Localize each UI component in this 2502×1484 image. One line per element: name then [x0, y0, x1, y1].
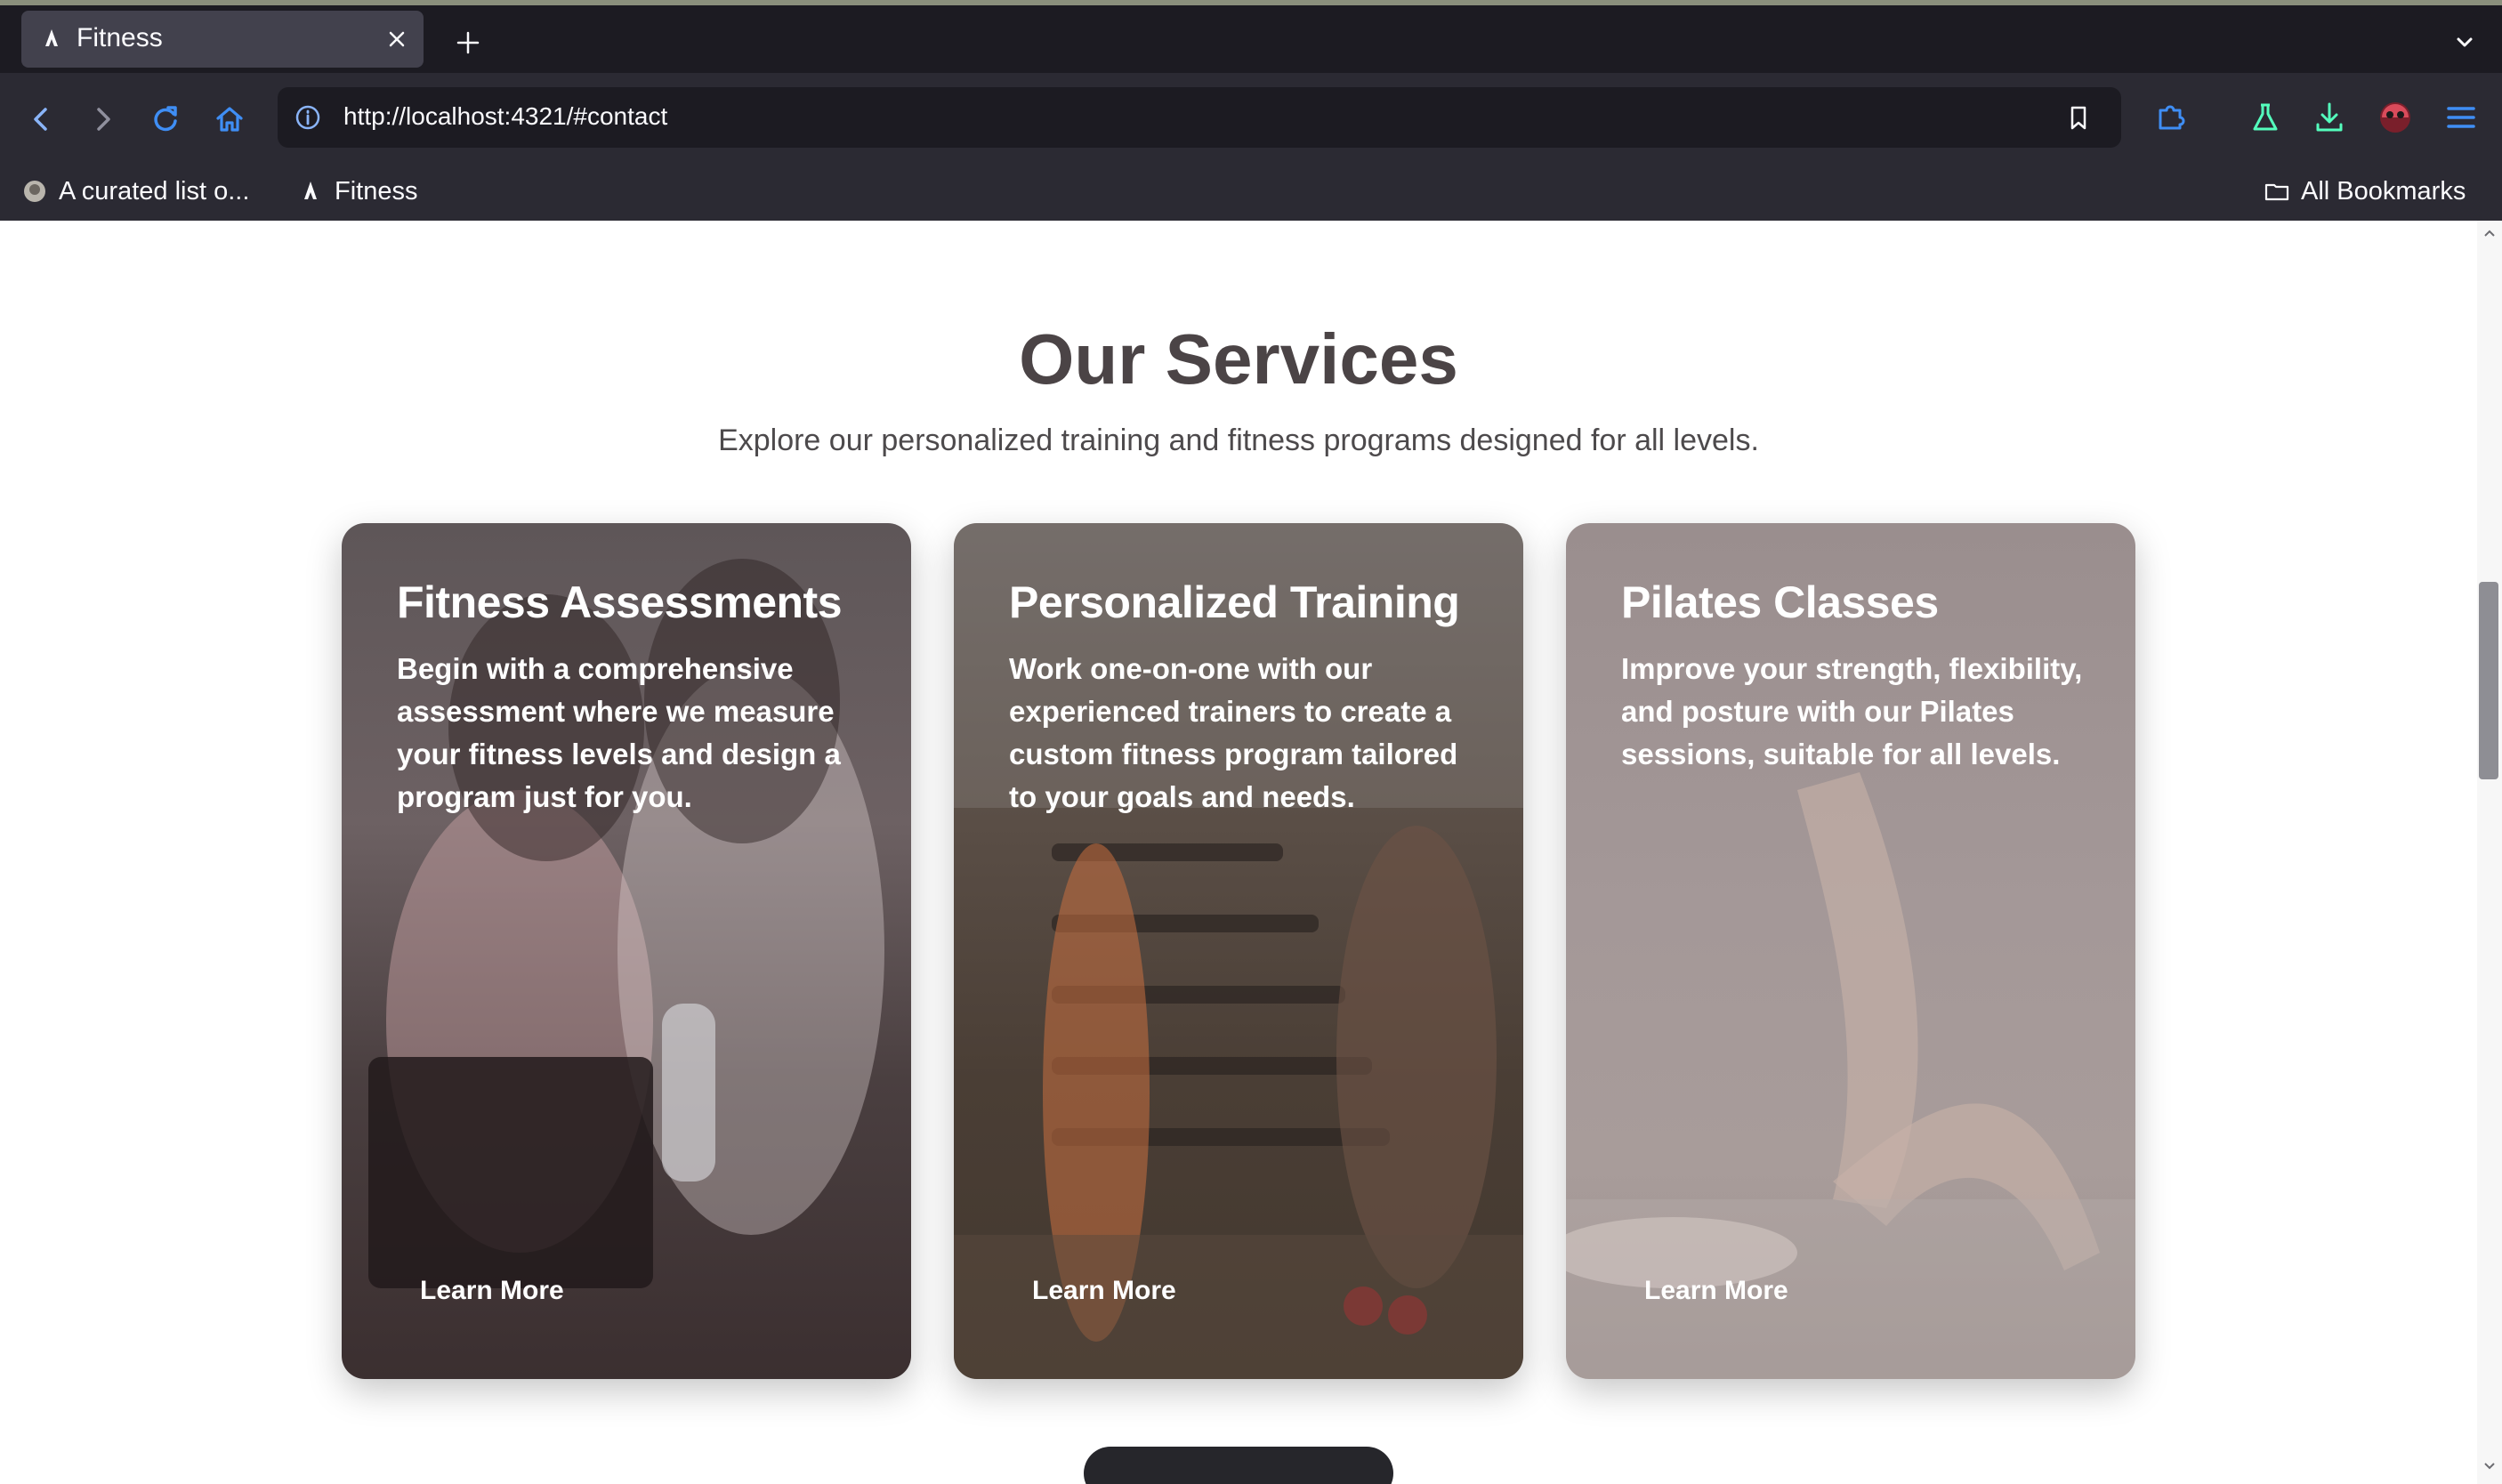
downloads-icon[interactable] [2308, 96, 2351, 139]
new-tab-icon[interactable] [448, 23, 488, 62]
github-favicon-icon [24, 181, 45, 202]
scroll-down-arrow-icon[interactable] [2482, 1461, 2497, 1472]
bookmarks-toolbar: A curated list o... Fitness All Bookmark… [0, 162, 2502, 221]
bookmark-label: A curated list o... [59, 176, 250, 206]
all-bookmarks-label: All Bookmarks [2301, 176, 2466, 206]
card-description: Improve your strength, flexibility, and … [1621, 652, 2083, 770]
scrollbar-thumb[interactable] [2479, 582, 2498, 779]
section-subtitle: Explore our personalized training and fi… [718, 423, 1759, 457]
forward-icon[interactable] [80, 96, 126, 142]
learn-more-link[interactable]: Learn More [420, 1276, 564, 1306]
learn-more-link[interactable]: Learn More [1032, 1276, 1176, 1306]
navigation-toolbar: http://localhost:4321/#contact [0, 73, 2502, 162]
floating-toolbar[interactable] [1084, 1447, 1393, 1484]
section-title: Our Services [1019, 319, 1458, 399]
close-tab-icon[interactable] [381, 23, 413, 55]
bookmark-label: Fitness [335, 176, 418, 206]
reload-icon[interactable] [142, 96, 189, 142]
page-viewport: Our Services Explore our personalized tr… [0, 221, 2477, 1484]
address-bar[interactable]: http://localhost:4321/#contact [278, 87, 2121, 148]
service-card-pilates-classes[interactable]: Pilates Classes Improve your strength, f… [1566, 523, 2135, 1379]
bookmark-curated-list[interactable]: A curated list o... [21, 171, 249, 212]
all-bookmarks-button[interactable]: All Bookmarks [2264, 171, 2466, 212]
card-title: Pilates Classes [1621, 577, 1939, 627]
card-description: Begin with a comprehensive assessment wh… [397, 652, 841, 813]
folder-icon [2264, 183, 2289, 201]
tab-fitness[interactable]: Fitness [21, 11, 424, 68]
vertical-scrollbar[interactable] [2477, 221, 2502, 1484]
fitness-favicon-icon [304, 181, 317, 199]
card-title: Fitness Assessments [397, 577, 843, 627]
site-info-icon[interactable] [294, 103, 322, 132]
tab-title: Fitness [77, 23, 163, 52]
labs-flask-icon[interactable] [2244, 96, 2287, 139]
home-icon[interactable] [206, 96, 253, 142]
learn-more-link[interactable]: Learn More [1644, 1276, 1788, 1306]
extensions-icon[interactable] [2150, 96, 2192, 139]
account-avatar-icon[interactable] [2374, 96, 2417, 139]
card-description: Work one-on-one with our experienced tra… [1009, 652, 1458, 813]
service-card-personalized-training[interactable]: Personalized Training Work one-on-one wi… [954, 523, 1523, 1379]
url-text: http://localhost:4321/#contact [343, 102, 668, 130]
app-menu-icon[interactable] [2440, 96, 2482, 139]
bookmark-star-icon[interactable] [2062, 101, 2094, 133]
fitness-favicon-icon [45, 29, 58, 46]
tab-bar: Fitness [0, 5, 2502, 73]
service-card-fitness-assessments[interactable]: Fitness Assessments Begin with a compreh… [342, 523, 911, 1379]
card-title: Personalized Training [1009, 577, 1460, 627]
back-icon[interactable] [18, 96, 64, 142]
scroll-up-arrow-icon[interactable] [2482, 228, 2497, 238]
bookmark-fitness[interactable]: Fitness [297, 171, 417, 212]
list-all-tabs-icon[interactable] [2445, 23, 2484, 62]
